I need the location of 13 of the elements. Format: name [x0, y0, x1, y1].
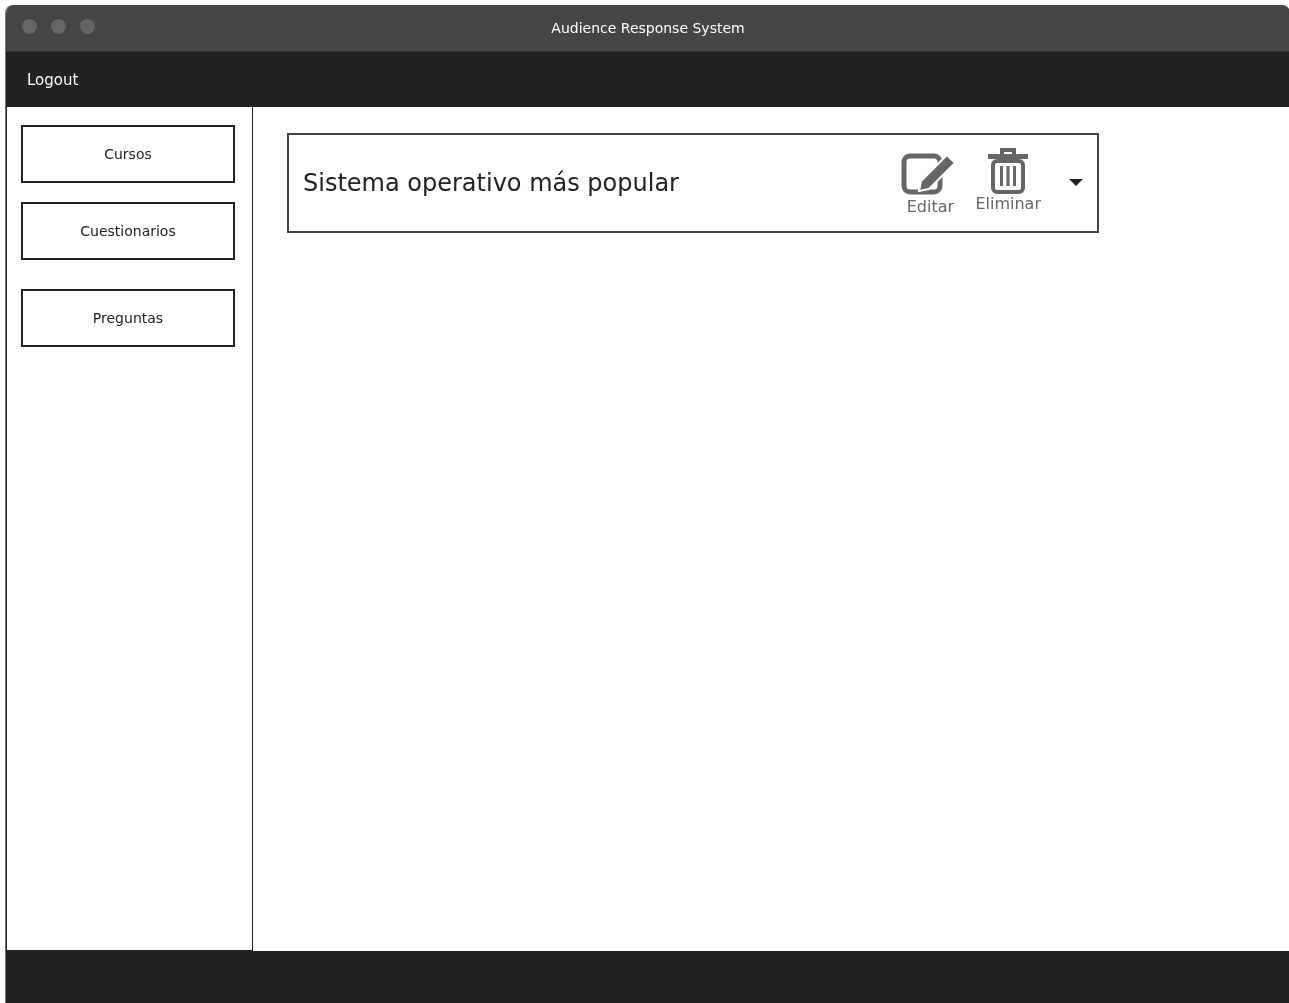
logout-link[interactable]: Logout — [27, 70, 79, 89]
window-control-icon[interactable] — [22, 19, 37, 34]
edit-button[interactable]: Editar — [893, 150, 968, 216]
trash-icon — [986, 147, 1031, 194]
window-control-icon[interactable] — [51, 19, 66, 34]
nav-button[interactable]: Preguntas — [21, 289, 235, 347]
delete-button[interactable]: Eliminar — [967, 147, 1049, 213]
nav-button[interactable]: Cursos — [21, 125, 235, 183]
window-control-icon[interactable] — [80, 19, 95, 34]
window-title: Audience Response System — [551, 20, 745, 36]
nav-button[interactable]: Cuestionarios — [21, 202, 235, 260]
caret-icon[interactable] — [1069, 179, 1083, 187]
question-title: Sistema operativo más popular — [303, 169, 680, 197]
